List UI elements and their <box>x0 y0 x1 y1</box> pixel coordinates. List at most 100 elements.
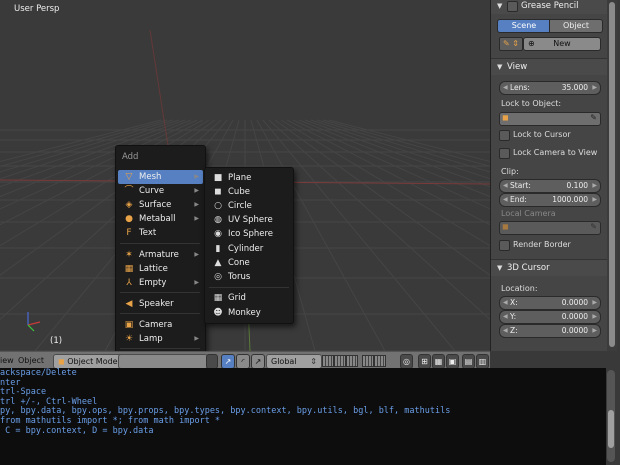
mesh-menu-item-label: Cone <box>228 258 250 268</box>
mesh-menu-item[interactable]: ◍ UV Sphere <box>207 213 291 227</box>
location-label: Location: <box>501 284 538 293</box>
add-menu-item[interactable]: ▣ Camera <box>118 318 203 332</box>
mesh-menu-item[interactable]: ◼ Cube <box>207 185 291 199</box>
view-panel-title: View <box>507 62 528 72</box>
grid-line <box>268 119 490 321</box>
mesh-menu-item-label: Torus <box>228 272 251 282</box>
add-menu-item[interactable]: ⌒ Curve ▶ <box>118 184 203 198</box>
opengl-render-icon[interactable]: ▤ <box>462 354 475 369</box>
decrement-arrow-icon: ◀ <box>503 182 508 189</box>
snap-target-icon[interactable]: ▦ <box>432 354 445 369</box>
layer-buttons-2[interactable] <box>334 355 346 367</box>
mesh-menu-item-label: Grid <box>228 293 246 303</box>
clip-end-field[interactable]: ◀ End: 1000.000 ▶ <box>499 193 601 207</box>
render-border-checkbox[interactable] <box>499 240 510 251</box>
lens-field[interactable]: ◀ Lens: 35.000 ▶ <box>499 81 601 95</box>
lock-to-object-field[interactable]: ◼ ✎ <box>499 112 601 126</box>
cursor-y-field[interactable]: ◀ Y: 0.0000 ▶ <box>499 310 601 324</box>
mesh-menu-item[interactable]: ◉ Ico Sphere <box>207 227 291 241</box>
scale-manipulator-icon[interactable]: ↗ <box>251 354 265 369</box>
mesh-menu-item[interactable]: ▮ Cylinder <box>207 242 291 256</box>
add-menu-item[interactable]: ▦ Lattice <box>118 262 203 276</box>
layer-buttons-3[interactable] <box>346 355 358 367</box>
lock-to-cursor-checkbox[interactable] <box>499 130 510 141</box>
snap-icon[interactable]: ⊞ <box>418 354 431 369</box>
shading-select[interactable] <box>118 354 208 369</box>
view-menu[interactable]: iew <box>0 354 14 367</box>
menu-separator <box>120 243 200 244</box>
submenu-arrow-icon: ▶ <box>194 187 199 194</box>
clip-start-field[interactable]: ◀ Start: 0.100 ▶ <box>499 179 601 193</box>
mesh-menu-item[interactable]: ▲ Cone <box>207 256 291 270</box>
cube-icon: ◼ <box>214 187 222 197</box>
pivot-icon[interactable] <box>206 354 218 369</box>
proportional-edit-icon[interactable]: ◎ <box>400 354 413 369</box>
3d-cursor-panel-title: 3D Cursor <box>507 263 550 273</box>
metaball-icon: ● <box>125 214 133 224</box>
mesh-menu-item[interactable]: ○ Circle <box>207 199 291 213</box>
submenu-arrow-icon: ▶ <box>194 279 199 286</box>
mesh-menu-item-label: Monkey <box>228 308 261 318</box>
chevron-updown-icon: ⇕ <box>310 357 317 366</box>
mesh-menu-item-label: Circle <box>228 201 252 211</box>
rotate-manipulator-icon[interactable]: ◜ <box>236 354 250 369</box>
console-scrollbar-thumb[interactable] <box>608 410 614 448</box>
panel-scrollbar-thumb[interactable] <box>609 2 615 347</box>
mesh-menu-item[interactable]: ☻ Monkey <box>207 306 291 320</box>
add-menu-item[interactable]: ◀ Speaker <box>118 297 203 311</box>
3d-cursor-panel-header[interactable]: ▼ 3D Cursor <box>491 259 607 276</box>
add-menu-item[interactable]: ☀ Lamp ▶ <box>118 332 203 346</box>
add-menu-item[interactable]: ● Metaball ▶ <box>118 212 203 226</box>
add-menu-item[interactable]: ✶ Armature ▶ <box>118 248 203 262</box>
lock-to-object-label: Lock to Object: <box>501 99 562 108</box>
grease-pencil-checkbox[interactable] <box>507 1 518 12</box>
grease-pencil-header[interactable]: ▼ Grease Pencil <box>491 0 607 14</box>
uv-sphere-icon: ◍ <box>214 215 222 225</box>
axis-x <box>27 321 41 326</box>
surface-icon: ◈ <box>125 200 133 210</box>
mesh-menu-item[interactable]: ■ Plane <box>207 171 291 185</box>
tab-scene[interactable]: Scene <box>497 19 551 33</box>
cylinder-icon: ▮ <box>215 244 221 254</box>
eyedropper-icon[interactable]: ✎ <box>590 113 597 122</box>
camera-icon: ◼ <box>502 222 509 231</box>
tab-object[interactable]: Object <box>549 19 603 33</box>
lock-camera-to-view-label: Lock Camera to View <box>513 148 598 157</box>
view-panel-header[interactable]: ▼ View <box>491 58 607 75</box>
orientation-select[interactable]: Global ⇕ <box>266 354 322 369</box>
translate-manipulator-icon[interactable]: ↗ <box>221 354 235 369</box>
text-icon: F <box>126 228 132 238</box>
mode-select[interactable]: ◼ Object Mode <box>53 354 123 369</box>
object-menu[interactable]: Object <box>18 354 44 367</box>
submenu-arrow-icon: ▶ <box>194 335 199 342</box>
lock-camera-to-view-checkbox[interactable] <box>499 148 510 159</box>
python-console[interactable]: ackspace/Delete nter trl-Space trl +/-, Ctr… <box>0 368 606 465</box>
add-menu-item-label: Text <box>139 228 157 238</box>
plane-icon: ■ <box>213 173 223 183</box>
collapse-triangle-icon: ▼ <box>497 63 503 71</box>
mesh-menu-item-label: Plane <box>228 173 252 183</box>
mesh-menu-item-label: UV Sphere <box>228 215 273 225</box>
mesh-menu-item-label: Cube <box>228 187 250 197</box>
new-grease-pencil-button[interactable]: ⊕ New <box>523 37 601 51</box>
console-line: ackspace/Delete <box>0 368 77 378</box>
add-menu-item[interactable]: F Text <box>118 226 203 240</box>
add-menu-item-label: Empty <box>139 278 167 288</box>
layer-buttons-4[interactable] <box>362 355 374 367</box>
add-menu-item[interactable]: ◈ Surface ▶ <box>118 198 203 212</box>
curve-icon: ⌒ <box>124 186 134 196</box>
add-menu-item[interactable]: ⅄ Empty ▶ <box>118 276 203 290</box>
cursor-x-field[interactable]: ◀ X: 0.0000 ▶ <box>499 296 601 310</box>
layer-buttons-1[interactable] <box>322 355 334 367</box>
properties-panel: ▼ Grease Pencil Scene Object ✎ ⇕ ⊕ New ▼… <box>490 0 607 351</box>
decrement-arrow-icon: ◀ <box>503 84 508 91</box>
cursor-z-field[interactable]: ◀ Z: 0.0000 ▶ <box>499 324 601 338</box>
mesh-menu-item[interactable]: ▦ Grid <box>207 291 291 305</box>
add-menu-item[interactable]: ▽ Mesh ▶ <box>118 170 203 184</box>
mesh-menu-item[interactable]: ◎ Torus <box>207 270 291 284</box>
grease-pencil-icon[interactable]: ✎ ⇕ <box>499 37 523 51</box>
render-icon[interactable]: ▣ <box>446 354 459 369</box>
viewport-label: User Persp <box>14 4 60 14</box>
opengl-animation-icon[interactable]: ▥ <box>476 354 489 369</box>
layer-buttons-5[interactable] <box>374 355 386 367</box>
